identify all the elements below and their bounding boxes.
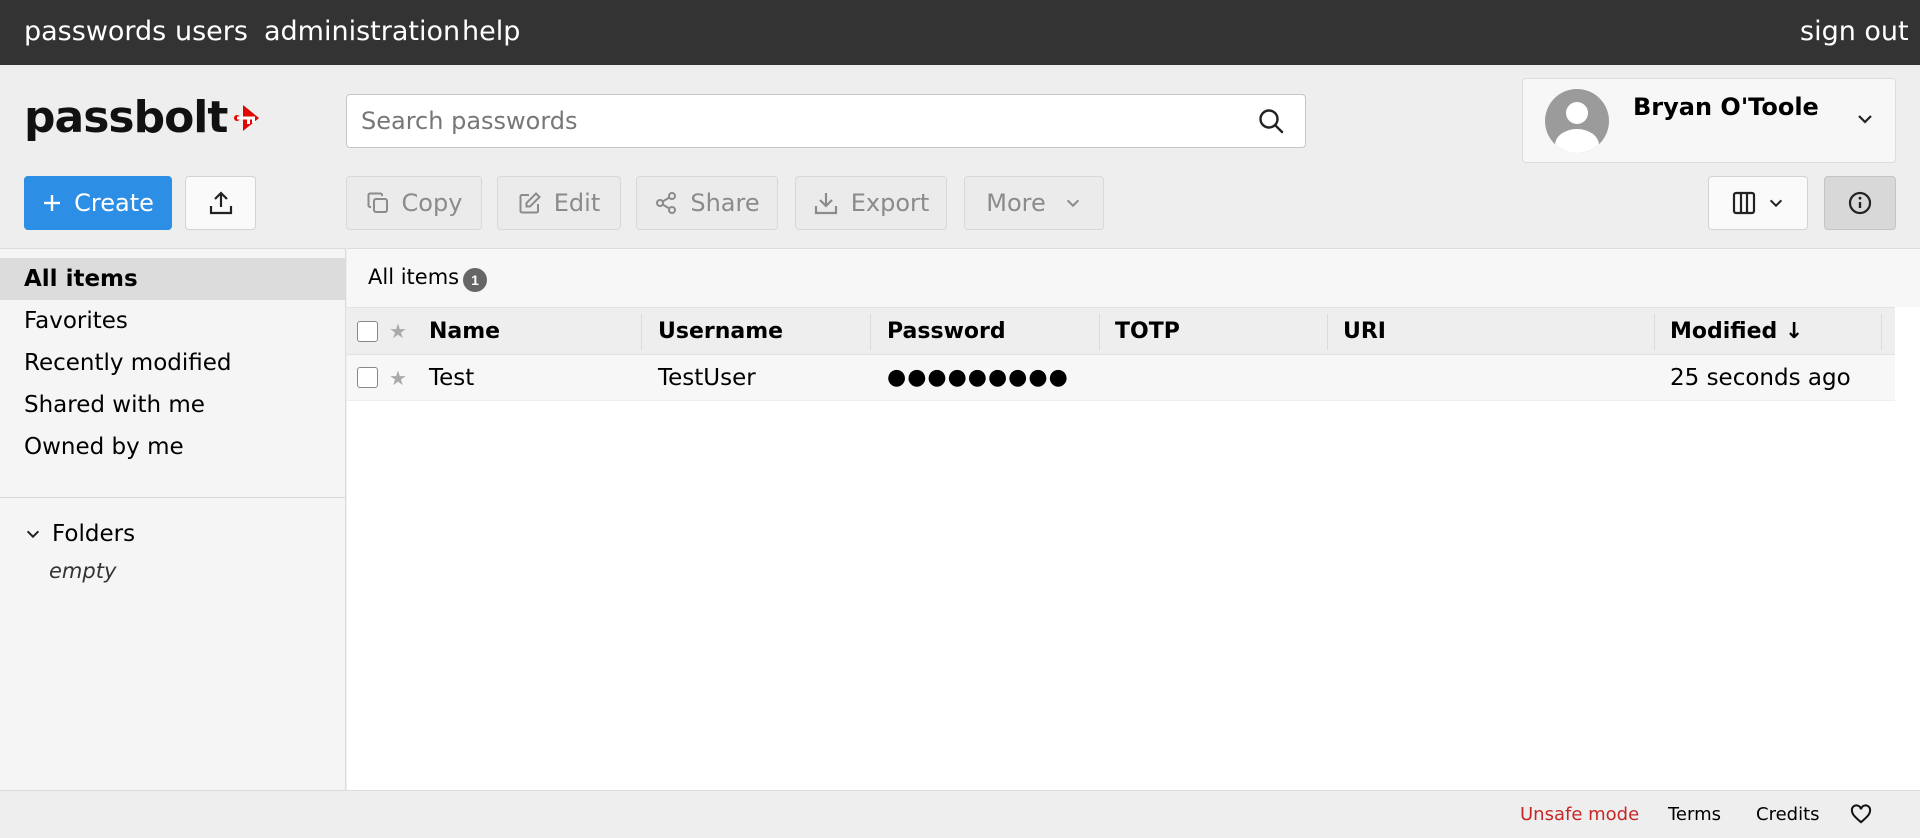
column-header-totp[interactable]: TOTP <box>1099 308 1327 354</box>
info-icon <box>1848 191 1872 215</box>
more-label: More <box>986 189 1046 217</box>
user-avatar-icon <box>1555 102 1599 153</box>
upload-button[interactable] <box>185 176 256 230</box>
sidebar: All items Favorites Recently modified Sh… <box>0 248 346 790</box>
export-label: Export <box>850 189 930 217</box>
edit-button[interactable]: Edit <box>497 176 621 230</box>
column-header-username[interactable]: Username <box>642 308 870 354</box>
nav-users[interactable]: users <box>175 16 248 47</box>
more-button[interactable]: More <box>964 176 1104 230</box>
download-icon <box>813 190 839 216</box>
search-box <box>346 94 1306 148</box>
create-button[interactable]: Create <box>24 176 172 230</box>
row-name: Test <box>429 364 475 391</box>
avatar <box>1545 89 1609 153</box>
create-label: Create <box>74 189 154 217</box>
row-favorite-cell: ★ <box>373 355 407 400</box>
column-header-name[interactable]: Name <box>413 308 641 354</box>
nav-administration[interactable]: administration <box>264 16 460 47</box>
sign-out-link[interactable]: sign out <box>1800 16 1909 47</box>
upload-icon <box>209 191 232 215</box>
favorite-header-cell: ★ <box>373 308 407 354</box>
terms-link[interactable]: Terms <box>1668 804 1721 825</box>
copy-label: Copy <box>401 189 463 217</box>
row-username[interactable]: TestUser <box>642 355 870 400</box>
password-workspace: All items 1 ★ Name Username Password TOT… <box>347 248 1920 790</box>
copy-icon <box>366 191 390 215</box>
items-count-badge: 1 <box>463 268 487 292</box>
star-icon: ★ <box>389 319 407 343</box>
folders-label: Folders <box>52 521 136 547</box>
edit-label: Edit <box>553 189 601 217</box>
sidebar-item-all-items[interactable]: All items <box>0 258 346 300</box>
sidebar-item-owned-by-me[interactable]: Owned by me <box>0 426 346 468</box>
chevron-down-icon <box>1858 115 1872 124</box>
row-password[interactable]: ●●●●●●●●● <box>871 355 1099 400</box>
unsafe-mode-link[interactable]: Unsafe mode <box>1520 804 1639 825</box>
column-header-password[interactable]: Password <box>871 308 1099 354</box>
grid-header: ★ Name Username Password TOTP URI Modifi… <box>347 307 1895 355</box>
column-divider[interactable] <box>1881 314 1882 350</box>
chevron-down-icon <box>1769 199 1783 208</box>
column-header-modified[interactable]: Modified ↓ <box>1654 308 1884 354</box>
info-panel-button[interactable] <box>1824 176 1896 230</box>
breadcrumb-label: All items <box>368 265 460 289</box>
columns-settings-button[interactable] <box>1708 176 1808 230</box>
user-profile-dropdown[interactable]: Bryan O'Toole <box>1522 78 1896 163</box>
chevron-down-icon <box>26 530 40 539</box>
row-modified: 25 seconds ago <box>1670 364 1851 391</box>
folders-toggle[interactable]: Folders <box>24 521 135 547</box>
top-navigation: passwords users administration help sign… <box>0 0 1920 65</box>
chevron-down-icon <box>1066 199 1079 208</box>
columns-icon <box>1732 191 1756 215</box>
nav-help[interactable]: help <box>462 16 520 47</box>
footer: Unsafe mode Terms Credits <box>0 790 1920 838</box>
share-icon <box>654 191 678 215</box>
sidebar-divider <box>0 497 346 498</box>
row-uri <box>1327 355 1654 400</box>
edit-icon <box>518 191 542 215</box>
breadcrumb: All items 1 <box>347 249 1920 307</box>
plus-icon <box>42 193 62 213</box>
heart-icon[interactable] <box>1850 804 1872 824</box>
passbolt-logo[interactable]: passbolt <box>24 96 265 140</box>
search-input[interactable] <box>361 95 1241 147</box>
sidebar-item-shared-with-me[interactable]: Shared with me <box>0 384 346 426</box>
password-grid: ★ Name Username Password TOTP URI Modifi… <box>347 307 1895 401</box>
export-button[interactable]: Export <box>795 176 947 230</box>
profile-name: Bryan O'Toole <box>1633 93 1819 121</box>
row-totp <box>1099 355 1327 400</box>
copy-button[interactable]: Copy <box>346 176 482 230</box>
key-logo-icon <box>234 105 260 131</box>
sidebar-item-favorites[interactable]: Favorites <box>0 300 346 342</box>
credits-link[interactable]: Credits <box>1756 804 1820 825</box>
sidebar-item-recently-modified[interactable]: Recently modified <box>0 342 346 384</box>
share-button[interactable]: Share <box>636 176 778 230</box>
share-label: Share <box>690 189 760 217</box>
search-icon[interactable] <box>1257 107 1285 135</box>
logo-text: passbolt <box>24 92 228 143</box>
nav-passwords[interactable]: passwords <box>24 16 166 47</box>
folders-empty-text: empty <box>49 559 117 583</box>
table-row[interactable]: ★ Test TestUser ●●●●●●●●● 25 seconds ago <box>347 355 1895 401</box>
column-header-uri[interactable]: URI <box>1327 308 1654 354</box>
star-icon[interactable]: ★ <box>389 366 407 390</box>
